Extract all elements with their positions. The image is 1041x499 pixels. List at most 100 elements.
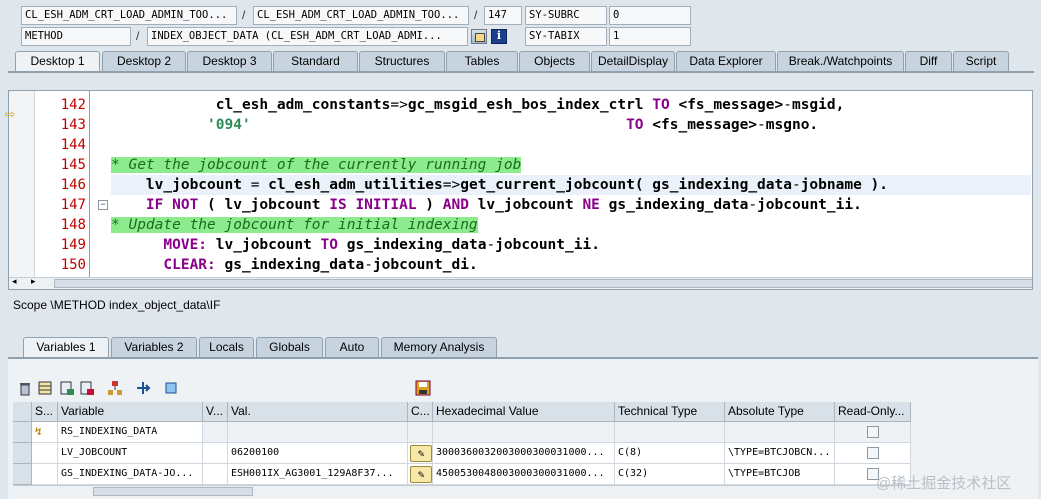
tab-desktop-2[interactable]: Desktop 2: [102, 51, 186, 71]
tab-desktop-1[interactable]: Desktop 1: [15, 51, 100, 72]
scroll-thumb[interactable]: [54, 279, 1032, 288]
tab-script[interactable]: Script: [953, 51, 1009, 71]
tab-variables-2[interactable]: Variables 2: [111, 337, 197, 357]
tab-structures[interactable]: Structures: [359, 51, 445, 71]
col-absolute-type[interactable]: Absolute Type: [725, 402, 835, 422]
row-selector[interactable]: [13, 443, 32, 464]
code-line[interactable]: cl_esh_adm_constants=>gc_msgid_esh_bos_i…: [111, 95, 845, 115]
col-hex[interactable]: Hexadecimal Value: [433, 402, 615, 422]
sy-subrc-value[interactable]: 0: [609, 6, 691, 25]
delete-icon[interactable]: [17, 380, 33, 396]
structure-icon[interactable]: ↯: [35, 425, 42, 438]
table-row[interactable]: GS_INDEXING_DATA-JO... ESH001IX_AG3001_1…: [13, 464, 911, 485]
horizontal-scrollbar[interactable]: ◂ ▸: [9, 276, 1032, 289]
sy-subrc-label: SY-SUBRC: [525, 6, 607, 25]
code-line[interactable]: CLEAR: gs_indexing_data-jobcount_di.: [111, 255, 477, 275]
delete-row-icon[interactable]: [79, 380, 95, 396]
code-token: <fs_message>: [652, 117, 758, 133]
code-line[interactable]: MOVE: lv_jobcount TO gs_indexing_data-jo…: [111, 235, 600, 255]
code-token: lv_jobcount: [111, 177, 251, 193]
code-token: -: [364, 257, 373, 273]
event-field[interactable]: INDEX_OBJECT_DATA (CL_ESH_ADM_CRT_LOAD_A…: [147, 27, 468, 46]
insert-row-icon[interactable]: [59, 380, 75, 396]
tab-locals[interactable]: Locals: [199, 337, 254, 357]
watermark: @稀土掘金技术社区: [876, 475, 1012, 492]
scroll-left-icon[interactable]: ◂: [12, 276, 17, 287]
include-field[interactable]: CL_ESH_ADM_CRT_LOAD_ADMIN_TOO...: [253, 6, 469, 25]
v-cell: [203, 443, 228, 464]
code-line[interactable]: * Get the jobcount of the currently runn…: [111, 155, 522, 175]
save-icon[interactable]: [415, 380, 431, 396]
code-line[interactable]: IF NOT ( lv_jobcount IS INITIAL ) AND lv…: [111, 195, 862, 215]
grid-select-all[interactable]: [13, 402, 32, 422]
tab-standard[interactable]: Standard: [273, 51, 358, 71]
object-navigate-icon[interactable]: [471, 29, 487, 44]
value-cell[interactable]: 06200100: [228, 443, 408, 464]
scroll-right-icon[interactable]: ▸: [31, 276, 36, 287]
grid-scrollbar[interactable]: [13, 485, 911, 497]
status-cell: [32, 464, 58, 485]
tab-globals[interactable]: Globals: [256, 337, 323, 357]
fold-collapse-icon[interactable]: −: [98, 200, 108, 210]
tab-variables-1[interactable]: Variables 1: [23, 337, 109, 358]
tab-desktop-3[interactable]: Desktop 3: [187, 51, 272, 71]
read-only-checkbox[interactable]: [867, 447, 879, 459]
tab-data-explorer[interactable]: Data Explorer: [676, 51, 776, 71]
info-icon[interactable]: i: [491, 29, 507, 44]
col-value[interactable]: Val.: [228, 402, 408, 422]
code-token: ( lv_jobcount: [207, 197, 330, 213]
col-status[interactable]: S...: [32, 402, 58, 422]
tab-detaildisplay[interactable]: DetailDisplay: [591, 51, 675, 71]
row-selector[interactable]: [13, 464, 32, 485]
variable-cell[interactable]: LV_JOBCOUNT: [58, 443, 203, 464]
sy-tabix-value[interactable]: 1: [609, 27, 691, 46]
code-token: IF NOT: [145, 197, 208, 213]
line-number: 145: [60, 157, 86, 173]
code-token: msgid,: [791, 97, 845, 113]
table-icon[interactable]: [37, 380, 53, 396]
code-token: msgno.: [765, 117, 819, 133]
code-line[interactable]: '094' TO <fs_message>-msgno.: [111, 115, 818, 135]
col-technical-type[interactable]: Technical Type: [615, 402, 725, 422]
sy-tabix-label: SY-TABIX: [525, 27, 607, 46]
col-read-only[interactable]: Read-Only...: [835, 402, 911, 422]
line-number: 149: [60, 237, 86, 253]
c-cell: ✎: [408, 443, 433, 464]
code-token: -: [486, 237, 496, 253]
row-selector[interactable]: [13, 422, 32, 443]
tab-diff[interactable]: Diff: [905, 51, 952, 71]
code-line[interactable]: * Update the jobcount for initial indexi…: [111, 215, 478, 235]
variable-cell[interactable]: GS_INDEXING_DATA-JO...: [58, 464, 203, 485]
program-field[interactable]: CL_ESH_ADM_CRT_LOAD_ADMIN_TOO...: [21, 6, 237, 25]
line-number: 143: [60, 117, 86, 133]
code-line[interactable]: lv_jobcount = cl_esh_adm_utilities=>get_…: [111, 175, 888, 195]
table-row[interactable]: LV_JOBCOUNT 06200100 ✎ 30003600320030003…: [13, 443, 911, 464]
col-variable[interactable]: Variable: [58, 402, 203, 422]
attribute-icon[interactable]: [163, 380, 179, 396]
edit-pencil-icon[interactable]: ✎: [410, 466, 432, 483]
tab-memory-analysis[interactable]: Memory Analysis: [381, 337, 497, 357]
hierarchy-icon[interactable]: [107, 380, 123, 396]
event-type-field[interactable]: METHOD: [21, 27, 131, 46]
col-c[interactable]: C...: [408, 402, 433, 422]
code-editor[interactable]: 142 143 144 145 146 147 148 149 150 − cl_esh_adm…: [8, 90, 1033, 290]
tab-objects[interactable]: Objects: [519, 51, 590, 71]
code-token: =>: [390, 97, 408, 113]
tab-tables[interactable]: Tables: [446, 51, 518, 71]
edit-pencil-icon[interactable]: ✎: [410, 445, 432, 462]
variable-cell[interactable]: RS_INDEXING_DATA: [58, 422, 203, 443]
value-cell[interactable]: ESH001IX_AG3001_129A8F37...: [228, 464, 408, 485]
separator: /: [136, 29, 140, 43]
code-token: TO: [626, 117, 653, 133]
col-v[interactable]: V...: [203, 402, 228, 422]
code-token: TO: [652, 97, 679, 113]
move-icon[interactable]: [135, 380, 151, 396]
grid-scroll-thumb[interactable]: [93, 487, 253, 496]
line-number-field[interactable]: 147: [484, 6, 522, 25]
tab-breakpoints[interactable]: Break./Watchpoints: [777, 51, 904, 71]
table-row[interactable]: ↯ RS_INDEXING_DATA: [13, 422, 911, 443]
tab-auto[interactable]: Auto: [325, 337, 379, 357]
code-token: gs_indexing_data: [224, 257, 365, 273]
read-only-checkbox[interactable]: [867, 426, 879, 438]
